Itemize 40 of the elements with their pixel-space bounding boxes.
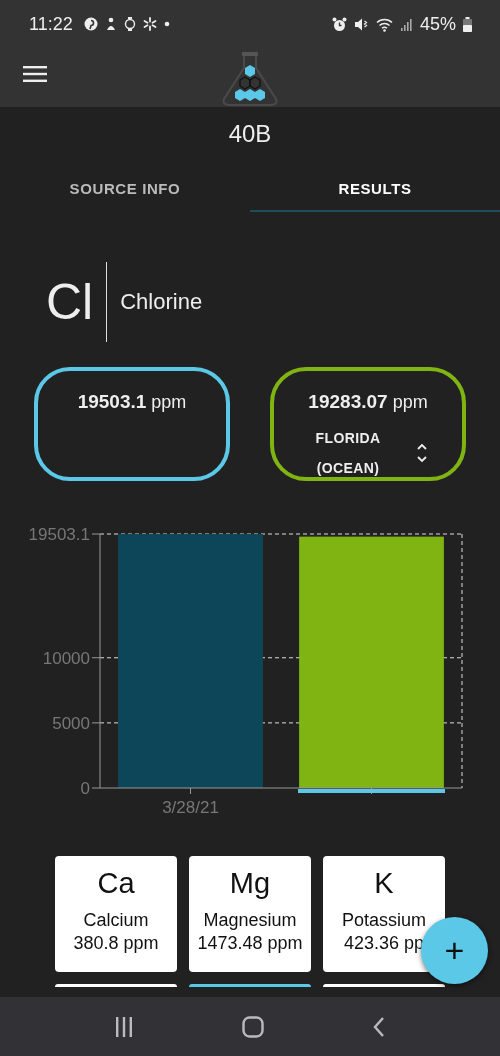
status-time: 11:22	[29, 13, 73, 35]
home-icon[interactable]	[242, 1015, 264, 1038]
element-tile[interactable]: K Potassium 423.36 pp	[323, 856, 445, 972]
bar[interactable]	[118, 534, 263, 788]
element-tile[interactable]	[323, 984, 445, 987]
source-name: FLORIDA (OCEAN)	[314, 429, 382, 478]
flask-logo-icon	[220, 50, 280, 107]
reading-value: 19503.1 ppm	[77, 391, 187, 413]
signal-icon	[400, 17, 413, 31]
y-tick-label: 5000	[52, 713, 90, 733]
bar[interactable]	[299, 536, 444, 788]
element-tile[interactable]	[55, 984, 177, 987]
battery-percent: 45%	[419, 13, 456, 35]
dot-icon	[163, 21, 170, 27]
up-down-caret-icon	[416, 442, 428, 464]
sparkle-icon	[142, 17, 157, 31]
y-tick-label: 19503.1	[28, 525, 90, 544]
wifi-icon	[375, 16, 394, 32]
element-tile[interactable]	[189, 984, 311, 987]
figure-icon	[104, 17, 117, 31]
menu-icon[interactable]	[23, 66, 47, 82]
reading-card[interactable]: 19283.07 ppm FLORIDA (OCEAN)	[270, 367, 466, 481]
element-symbol: Cl	[46, 273, 94, 331]
sample-title: 40B	[228, 119, 272, 149]
element-tile[interactable]: Mg Magnesium 1473.48 ppm	[189, 856, 311, 972]
tab[interactable]: SOURCE INFO	[0, 166, 250, 212]
x-tick-label: 3/28/21	[162, 798, 219, 817]
watch-icon	[123, 17, 136, 31]
y-tick-label: 10000	[42, 648, 90, 668]
mute-icon	[353, 16, 369, 32]
pin-icon	[83, 17, 98, 31]
reading-value: 19283.07 ppm	[308, 391, 428, 413]
battery-icon	[463, 16, 472, 32]
element-tile[interactable]: Ca Calcium 380.8 ppm	[55, 856, 177, 972]
alarm-icon	[331, 16, 347, 32]
back-icon[interactable]	[373, 1016, 386, 1037]
y-tick-label: 0	[80, 779, 90, 798]
element-name: Chlorine	[120, 289, 203, 315]
tab[interactable]: RESULTS	[250, 166, 500, 212]
recent-apps-icon[interactable]	[114, 1016, 133, 1037]
